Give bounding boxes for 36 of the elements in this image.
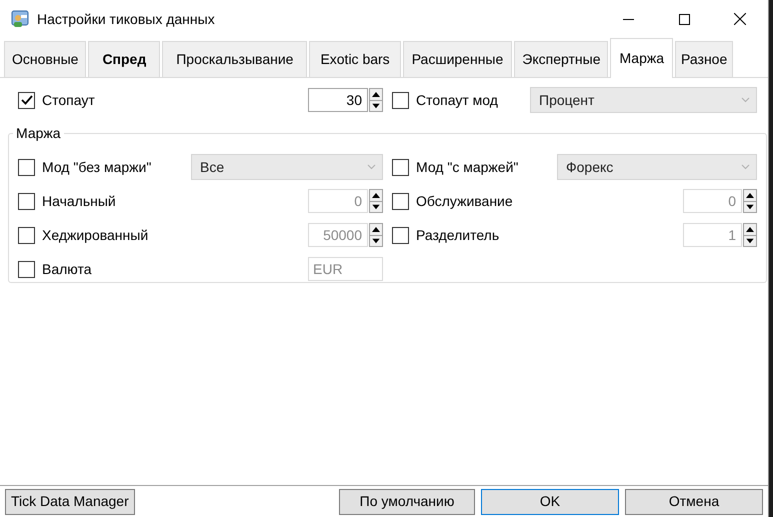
number-field[interactable]: 30 xyxy=(308,88,368,112)
spin-buttons[interactable] xyxy=(369,189,383,213)
checkbox-label: Мод "без маржи" xyxy=(42,158,152,177)
dialog-button[interactable]: Отмена xyxy=(625,488,763,514)
spin-buttons[interactable] xyxy=(369,88,383,112)
window-title: Настройки тиковых данных xyxy=(37,10,215,29)
spin-buttons[interactable] xyxy=(743,189,757,213)
tab[interactable]: Проскальзывание xyxy=(162,41,308,77)
tab[interactable]: Маржа xyxy=(610,38,674,78)
app-icon xyxy=(10,9,30,29)
checkbox-label: Хеджированный xyxy=(42,226,148,245)
dialog-button[interactable]: По умолчанию xyxy=(339,488,475,514)
checkmark-icon xyxy=(20,95,32,105)
maximize-icon xyxy=(678,14,690,24)
chevron-down-icon xyxy=(741,97,750,103)
close-icon xyxy=(734,13,746,25)
checkbox-label: Разделитель xyxy=(416,226,500,245)
tab[interactable]: Exotic bars xyxy=(309,41,401,77)
chevron-down-icon xyxy=(741,164,750,170)
checkbox-label: Валюта xyxy=(42,260,92,278)
tab[interactable]: Разное xyxy=(675,41,734,77)
dialog-button[interactable]: Tick Data Manager xyxy=(5,488,135,514)
checkbox[interactable] xyxy=(18,92,35,108)
tab[interactable]: Спред xyxy=(88,41,160,77)
checkbox-label: Стопаут мод xyxy=(416,90,498,110)
checkbox-label: Мод "с маржей" xyxy=(416,158,518,177)
checkbox-label: Обслуживание xyxy=(416,192,513,211)
checkbox-label: Стопаут xyxy=(42,90,95,110)
dialog-button[interactable]: OK xyxy=(481,488,619,514)
spin-buttons[interactable] xyxy=(369,223,383,247)
chevron-down-icon xyxy=(367,164,376,170)
checkbox-label: Начальный xyxy=(42,192,116,210)
tab[interactable]: Экспертные xyxy=(514,41,608,77)
tab[interactable]: Расширенные xyxy=(402,41,512,77)
spin-buttons[interactable] xyxy=(743,223,757,247)
tab[interactable]: Основные xyxy=(4,41,86,77)
